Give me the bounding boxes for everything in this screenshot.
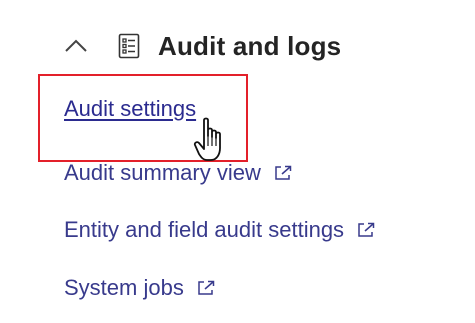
nav-item-audit-summary-view[interactable]: Audit summary view: [64, 160, 293, 186]
nav-item-label[interactable]: Entity and field audit settings: [64, 217, 344, 243]
audit-logs-panel: Audit and logs Audit settings Audit summ…: [0, 0, 475, 323]
nav-item-label[interactable]: System jobs: [64, 275, 184, 301]
nav-item-system-jobs[interactable]: System jobs: [64, 275, 216, 301]
open-in-new-window-icon: [273, 163, 293, 183]
nav-item-audit-settings[interactable]: Audit settings: [64, 96, 196, 122]
hand-pointer-icon: [193, 116, 231, 164]
checklist-icon: [116, 32, 142, 60]
section-title: Audit and logs: [158, 30, 342, 61]
nav-item-entity-field-audit-settings[interactable]: Entity and field audit settings: [64, 217, 376, 243]
chevron-up-icon[interactable]: [62, 32, 90, 60]
nav-item-label[interactable]: Audit summary view: [64, 160, 261, 186]
section-header-audit-and-logs[interactable]: Audit and logs: [62, 26, 341, 66]
open-in-new-window-icon: [196, 278, 216, 298]
open-in-new-window-icon: [356, 220, 376, 240]
nav-item-label[interactable]: Audit settings: [64, 96, 196, 122]
